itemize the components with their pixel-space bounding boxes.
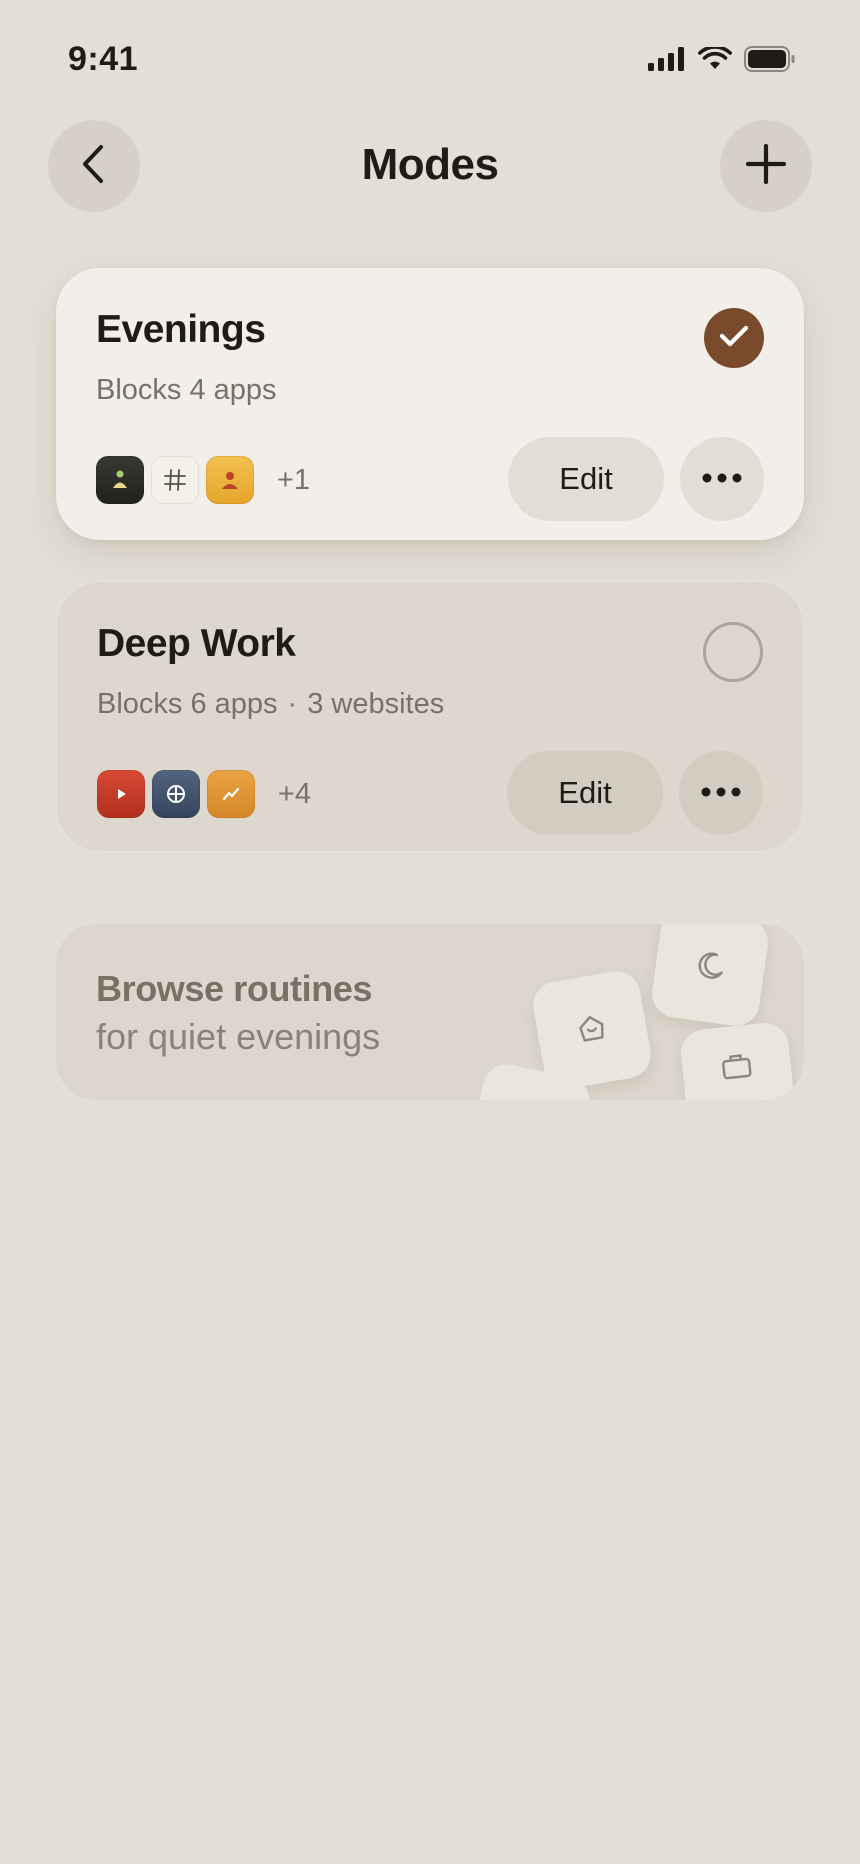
more-options-button[interactable] (679, 751, 763, 835)
mode-summary: Blocks 4 apps (96, 374, 277, 407)
more-apps-count: +1 (277, 463, 311, 496)
cellular-signal-icon (648, 47, 686, 76)
browse-title: Browse routines (96, 968, 373, 1009)
moon-icon (690, 946, 729, 989)
more-apps-count: +4 (278, 777, 312, 810)
briefcase-tile (678, 1020, 798, 1100)
browse-subtitle: for quiet evenings (96, 1016, 381, 1057)
status-icons (648, 45, 796, 77)
edit-mode-button[interactable]: Edit (508, 437, 664, 521)
mode-selected-toggle[interactable] (704, 308, 764, 368)
modes-screen: 9:41 Modes Evenings Blocks 4 apps +1 Edi… (0, 0, 860, 1864)
stocks-app-icon (207, 770, 255, 818)
ellipsis-icon (701, 784, 741, 802)
meditation-app-icon (96, 456, 144, 504)
status-time: 9:41 (68, 40, 139, 78)
mode-card-deep-work[interactable]: Deep Work Blocks 6 apps · 3 websites +4 Ed… (56, 581, 804, 852)
browse-routines-banner[interactable]: Browse routines for quiet evenings (56, 924, 804, 1100)
blocked-websites-count: 3 websites (307, 688, 445, 720)
ellipsis-icon (702, 470, 742, 488)
mode-name: Deep Work (97, 622, 296, 665)
wifi-icon (698, 45, 732, 76)
contacts-app-icon (206, 456, 254, 504)
separator-dot: · (287, 688, 298, 720)
mode-card-evenings[interactable]: Evenings Blocks 4 apps +1 Edit (56, 268, 804, 540)
plus-icon (745, 143, 787, 190)
mode-name: Evenings (96, 308, 266, 351)
more-options-button[interactable] (680, 437, 764, 521)
blocked-apps-count: Blocks 6 apps (97, 688, 278, 720)
add-mode-button[interactable] (720, 120, 812, 212)
battery-icon (744, 46, 796, 77)
browser-app-icon (152, 770, 200, 818)
briefcase-icon (718, 1049, 755, 1087)
moon-tile (649, 924, 771, 1029)
hashtag-app-icon (151, 456, 199, 504)
edit-mode-button[interactable]: Edit (507, 751, 663, 835)
video-app-icon (97, 770, 145, 818)
blocked-apps-row: +1 (96, 456, 310, 504)
blocked-apps-row: +4 (97, 770, 311, 818)
blocked-apps-count: Blocks 4 apps (96, 374, 277, 406)
mode-summary: Blocks 6 apps · 3 websites (97, 688, 444, 721)
home-icon (572, 1008, 612, 1052)
checkmark-icon (719, 324, 749, 353)
mode-selected-toggle[interactable] (703, 622, 763, 682)
